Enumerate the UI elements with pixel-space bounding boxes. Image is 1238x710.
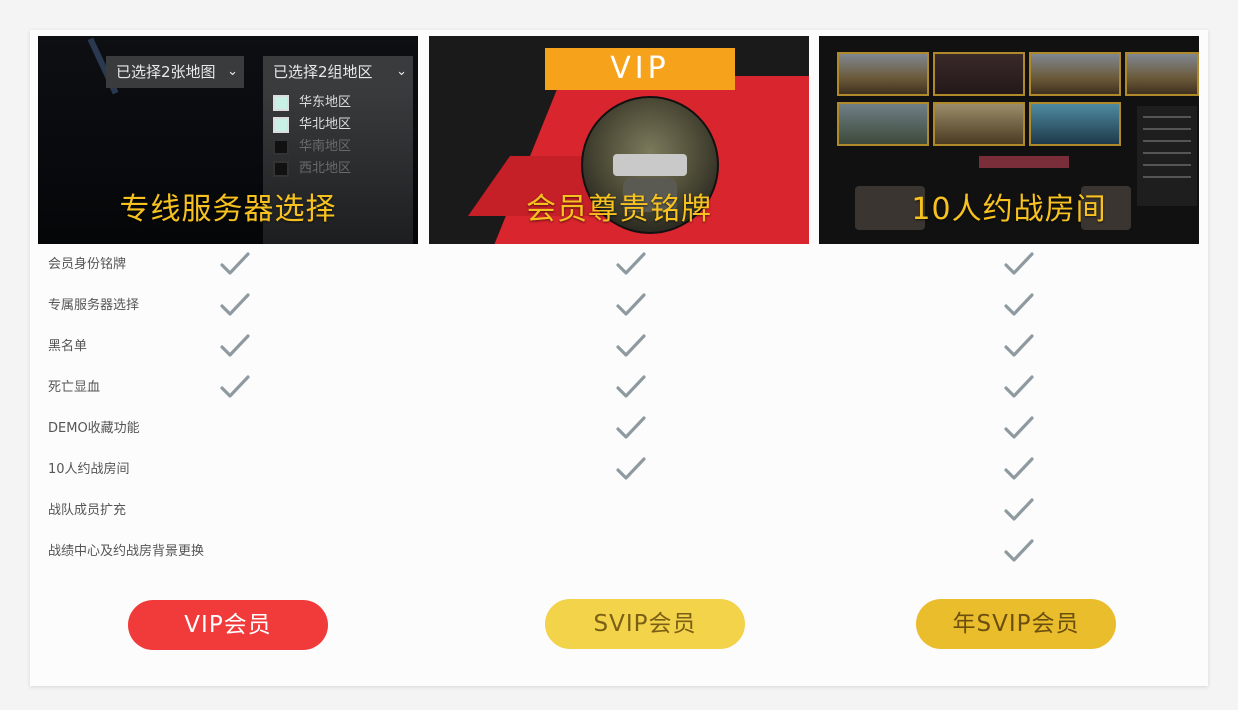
chevron-down-icon: ⌄	[227, 64, 238, 79]
check-icon	[1003, 497, 1035, 523]
region-item: 华北地区	[273, 114, 351, 136]
region-item: 华南地区	[273, 136, 351, 158]
check-icon	[1003, 538, 1035, 564]
vip-nameplate-banner: VIP 会员尊贵铭牌	[429, 36, 809, 244]
map-thumbnail	[933, 52, 1025, 96]
checkbox-icon	[273, 160, 289, 177]
banner-title: 专线服务器选择	[119, 192, 337, 227]
feature-label: 专属服务器选择	[48, 298, 140, 313]
map-dropdown: 已选择2张地图 ⌄	[106, 56, 244, 88]
banner-title: 10人约战房间	[911, 192, 1107, 227]
chevron-down-icon: ⌄	[396, 64, 407, 79]
check-icon	[219, 251, 251, 277]
match-room-banner: 10人约战房间	[819, 36, 1199, 244]
check-icon	[1003, 415, 1035, 441]
map-thumbnail	[837, 52, 929, 96]
map-thumbnail	[933, 102, 1025, 146]
checkbox-icon	[273, 116, 289, 133]
feature-label: 战绩中心及约战房背景更换	[48, 544, 205, 559]
check-icon	[615, 415, 647, 441]
region-label: 华北地区	[299, 117, 352, 132]
check-icon	[1003, 456, 1035, 482]
check-icon	[615, 374, 647, 400]
room-status-bar	[979, 156, 1069, 168]
feature-label: DEMO收藏功能	[48, 421, 140, 436]
check-icon	[1003, 292, 1035, 318]
map-thumbnail	[1029, 102, 1121, 146]
region-label: 西北地区	[299, 161, 352, 176]
feature-label: 死亡显血	[48, 380, 101, 395]
region-dropdown-label: 已选择2组地区	[273, 63, 373, 81]
check-icon	[1003, 333, 1035, 359]
map-thumbnail	[1125, 52, 1199, 96]
region-label: 华南地区	[299, 139, 352, 154]
avatar-visor	[613, 154, 687, 176]
region-label: 华东地区	[299, 95, 352, 110]
feature-label: 会员身份铭牌	[48, 257, 127, 272]
feature-label: 战队成员扩充	[48, 503, 127, 518]
vip-member-button[interactable]: VIP会员	[128, 600, 328, 650]
feature-label: 10人约战房间	[48, 462, 130, 477]
checkbox-icon	[273, 94, 289, 111]
banner-title: 会员尊贵铭牌	[526, 192, 712, 227]
server-select-banner: 已选择2张地图 ⌄ 已选择2组地区 ⌄ 华东地区 华北地区 华南地区 西北地区 …	[38, 36, 418, 244]
check-icon	[1003, 374, 1035, 400]
membership-comparison-card: 已选择2张地图 ⌄ 已选择2组地区 ⌄ 华东地区 华北地区 华南地区 西北地区 …	[30, 30, 1208, 686]
vip-badge: VIP	[545, 48, 735, 90]
feature-label: 黑名单	[48, 339, 88, 354]
check-icon	[615, 333, 647, 359]
region-item: 西北地区	[273, 158, 351, 180]
check-icon	[219, 374, 251, 400]
check-icon	[219, 292, 251, 318]
map-thumbnail	[837, 102, 929, 146]
check-icon	[219, 333, 251, 359]
check-icon	[615, 456, 647, 482]
check-icon	[615, 251, 647, 277]
checkbox-icon	[273, 138, 289, 155]
check-icon	[1003, 251, 1035, 277]
region-item: 华东地区	[273, 92, 351, 114]
map-thumbnail	[1029, 52, 1121, 96]
check-icon	[615, 292, 647, 318]
year-svip-member-button[interactable]: 年SVIP会员	[916, 599, 1116, 649]
region-dropdown: 已选择2组地区 ⌄	[263, 56, 413, 88]
map-dropdown-label: 已选择2张地图	[116, 63, 216, 81]
svip-member-button[interactable]: SVIP会员	[545, 599, 745, 649]
